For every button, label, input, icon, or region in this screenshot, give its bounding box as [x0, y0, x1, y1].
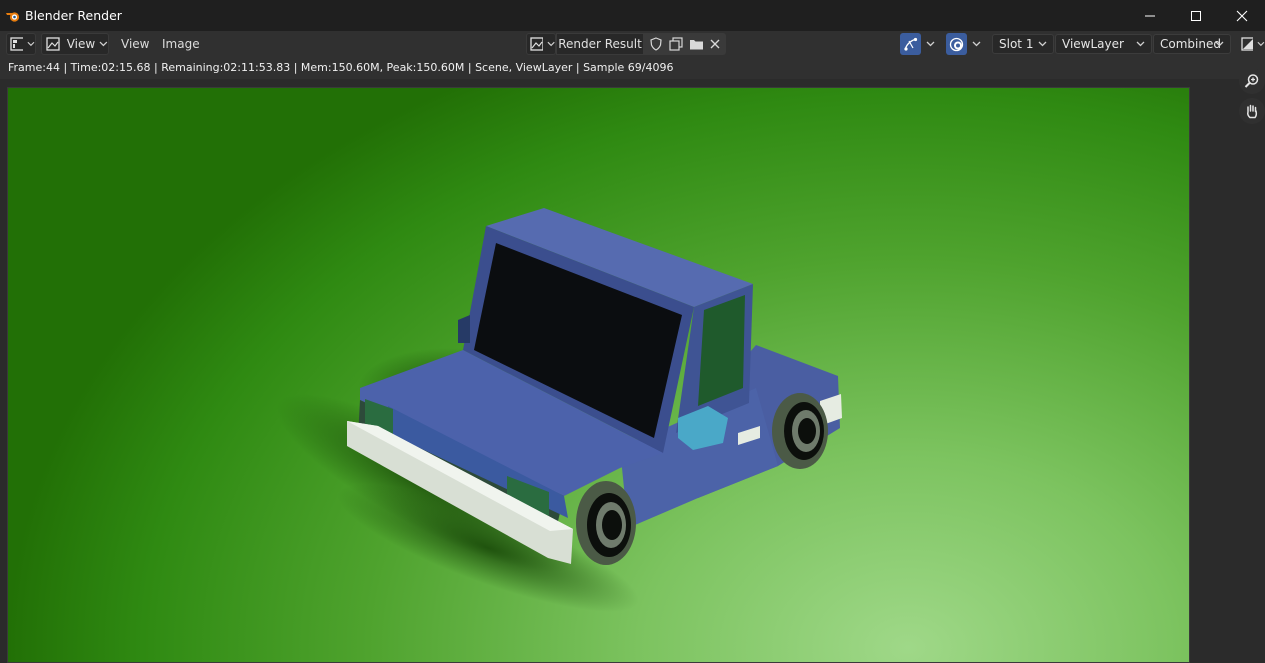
chevron-down-icon [926, 41, 935, 47]
chevron-down-icon [1257, 41, 1265, 47]
render-status-text: Frame:44 | Time:02:15.68 | Remaining:02:… [0, 57, 1265, 79]
menu-view[interactable]: View [121, 37, 149, 51]
gizmo-dropdown[interactable] [922, 33, 938, 55]
slot-dropdown[interactable]: Slot 1 [992, 34, 1054, 54]
chevron-down-icon [547, 41, 555, 47]
overlay-dropdown[interactable] [968, 33, 984, 55]
chevron-down-icon [1038, 41, 1047, 47]
chevron-down-icon [99, 41, 108, 47]
view-layer-dropdown[interactable]: ViewLayer [1055, 34, 1152, 54]
title-bar: Blender Render [0, 0, 1265, 31]
minimize-button[interactable] [1127, 0, 1173, 31]
gizmo-icon [904, 37, 918, 51]
image-name: Render Result [558, 37, 642, 51]
view-layer-label: ViewLayer [1062, 37, 1124, 51]
image-viewport[interactable] [0, 68, 1265, 663]
window-title: Blender Render [25, 8, 122, 23]
image-editor-icon [10, 37, 24, 51]
pan-button[interactable] [1239, 98, 1265, 124]
blender-logo-icon [4, 7, 22, 25]
image-browse-icon [530, 37, 543, 51]
render-result-image [7, 87, 1190, 663]
slot-label: Slot 1 [999, 37, 1034, 51]
image-actions [644, 33, 726, 55]
display-channels-icon [1241, 37, 1254, 51]
render-pass-dropdown[interactable]: Combined [1153, 34, 1231, 54]
image-browse-button[interactable] [526, 33, 556, 55]
unlink-close-icon[interactable] [709, 38, 721, 53]
hand-pan-icon [1247, 104, 1258, 119]
image-view-icon [46, 37, 60, 51]
editor-type-button[interactable] [6, 33, 36, 55]
image-editor-header: View View Image Render Result Slot 1 Vie… [0, 31, 1265, 57]
overlay-icon [949, 37, 964, 51]
chevron-down-icon [1136, 41, 1145, 47]
display-channels-dropdown[interactable] [1239, 33, 1265, 55]
maximize-icon [1191, 10, 1201, 21]
render-pass-label: Combined [1160, 37, 1221, 51]
menu-image[interactable]: Image [162, 37, 200, 51]
open-folder-icon[interactable] [689, 37, 704, 54]
view-mode-dropdown[interactable]: View [41, 33, 109, 55]
image-name-field[interactable]: Render Result [556, 33, 644, 55]
close-button[interactable] [1219, 0, 1265, 31]
chevron-down-icon [27, 41, 35, 47]
minimize-icon [1145, 15, 1155, 16]
viewport-tools [1237, 68, 1265, 159]
gizmo-toggle[interactable] [900, 33, 921, 55]
close-icon [1236, 10, 1248, 21]
view-mode-label: View [66, 37, 96, 51]
chevron-down-icon [972, 41, 981, 47]
overlay-toggle[interactable] [946, 33, 967, 55]
maximize-button[interactable] [1173, 0, 1219, 31]
car-render [276, 208, 842, 612]
zoom-button[interactable] [1239, 68, 1265, 94]
duplicate-icon[interactable] [669, 37, 683, 54]
zoom-icon [1244, 74, 1259, 88]
fake-user-shield-icon[interactable] [649, 37, 663, 54]
chevron-down-icon [1215, 41, 1224, 47]
